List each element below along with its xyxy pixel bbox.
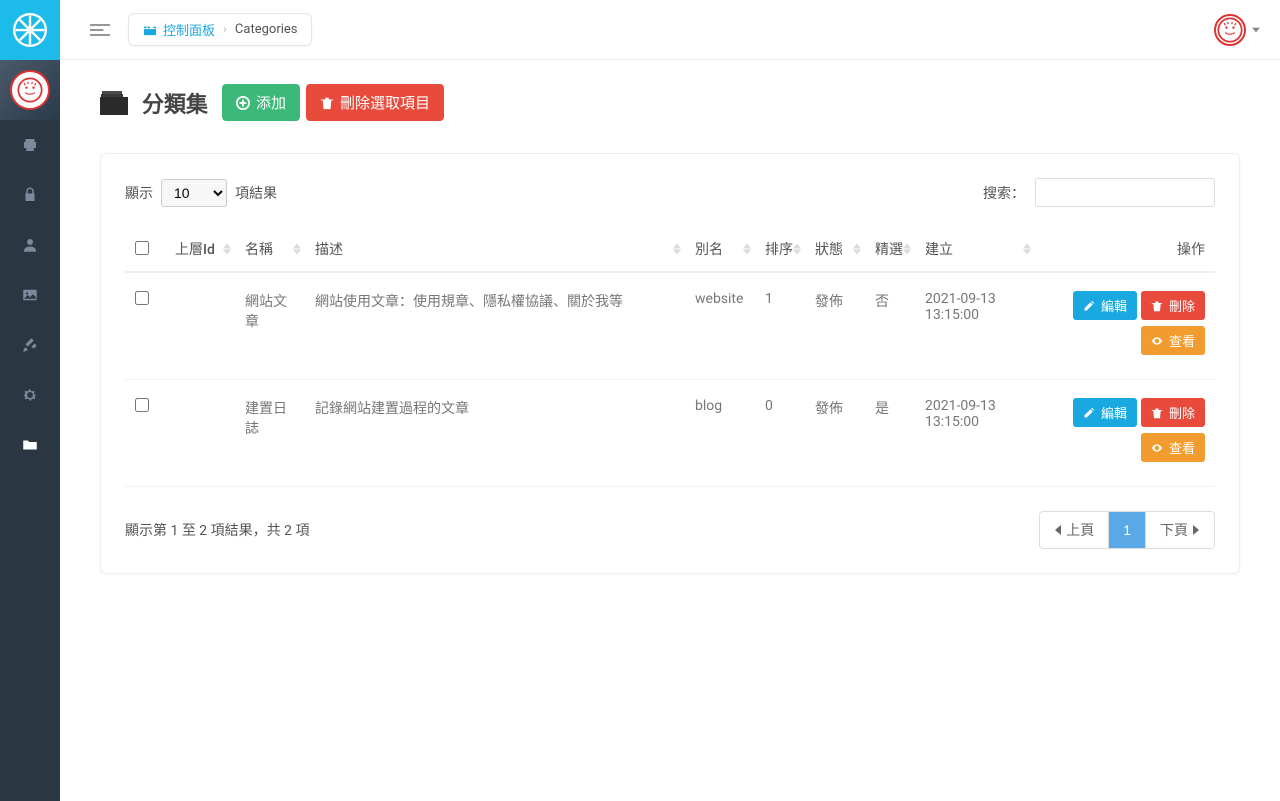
trash-icon xyxy=(1151,300,1163,312)
row-checkbox[interactable] xyxy=(135,398,149,412)
breadcrumb-sep: › xyxy=(223,22,227,37)
cell-alias: website xyxy=(685,272,755,380)
add-label: 添加 xyxy=(256,92,286,113)
edit-button[interactable]: 編輯 xyxy=(1073,291,1137,320)
cell-name: 建置日誌 xyxy=(235,380,305,487)
nav-printer-icon[interactable] xyxy=(0,120,60,170)
page-title: 分類集 xyxy=(142,87,208,119)
plus-circle-icon xyxy=(236,96,250,110)
eye-icon xyxy=(1151,442,1163,454)
search-input[interactable] xyxy=(1035,178,1215,207)
cell-name: 網站文章 xyxy=(235,272,305,380)
length-control: 顯示 10 項結果 xyxy=(125,179,277,207)
edit-button[interactable]: 編輯 xyxy=(1073,398,1137,427)
nav-image-icon[interactable] xyxy=(0,270,60,320)
cell-sort: 1 xyxy=(755,272,805,380)
length-select[interactable]: 10 xyxy=(161,179,227,207)
cell-parent xyxy=(165,272,235,380)
nav-user-icon[interactable] xyxy=(0,220,60,270)
cell-desc: 記錄網站建置過程的文章 xyxy=(305,380,685,487)
cell-alias: blog xyxy=(685,380,755,487)
edit-icon xyxy=(1083,407,1095,419)
logo[interactable] xyxy=(0,0,60,60)
cell-desc: 網站使用文章：使用規章、隱私權協議、關於我等 xyxy=(305,272,685,380)
table-info: 顯示第 1 至 2 項結果，共 2 項 xyxy=(125,520,309,540)
nav-gear-icon[interactable] xyxy=(0,370,60,420)
cell-created: 2021-09-13 13:15:00 xyxy=(915,272,1035,380)
delete-button[interactable]: 刪除 xyxy=(1141,398,1205,427)
cell-featured: 否 xyxy=(865,272,915,380)
table-row: 建置日誌記錄網站建置過程的文章blog0發佈是2021-09-13 13:15:… xyxy=(125,380,1215,487)
col-actions: 操作 xyxy=(1035,227,1215,272)
nav-tools-icon[interactable] xyxy=(0,320,60,370)
side-nav xyxy=(0,120,60,470)
data-card: 顯示 10 項結果 搜索： 上層Id 名稱 描述 xyxy=(100,153,1240,574)
col-parent[interactable]: 上層Id xyxy=(165,227,235,272)
col-featured[interactable]: 精選 xyxy=(865,227,915,272)
pagination: 上頁 1 下頁 xyxy=(1039,511,1215,549)
length-suffix: 項結果 xyxy=(235,183,277,203)
nav-folder-icon[interactable] xyxy=(0,420,60,470)
sidebar xyxy=(0,0,60,801)
cell-status: 發佈 xyxy=(805,272,865,380)
select-all-checkbox[interactable] xyxy=(135,241,149,255)
col-desc[interactable]: 描述 xyxy=(305,227,685,272)
trash-icon xyxy=(320,96,334,110)
page-prev[interactable]: 上頁 xyxy=(1040,512,1109,548)
topbar: 控制面板 › Categories xyxy=(60,0,1280,60)
menu-toggle[interactable] xyxy=(80,10,120,50)
nav-lock-icon[interactable] xyxy=(0,170,60,220)
breadcrumb-current: Categories xyxy=(235,22,298,37)
trash-icon xyxy=(1151,407,1163,419)
data-table: 上層Id 名稱 描述 別名 排序 狀態 精選 建立 操作 網站文章網站使用文章：… xyxy=(125,227,1215,487)
view-button[interactable]: 查看 xyxy=(1141,433,1205,462)
page-next[interactable]: 下頁 xyxy=(1146,512,1214,548)
folder-stack-icon xyxy=(100,91,128,115)
sidebar-avatar[interactable] xyxy=(0,60,60,120)
breadcrumb-home-label: 控制面板 xyxy=(163,20,215,39)
edit-icon xyxy=(1083,300,1095,312)
user-menu[interactable] xyxy=(1214,14,1260,46)
delete-selected-button[interactable]: 刪除選取項目 xyxy=(306,84,444,121)
cell-featured: 是 xyxy=(865,380,915,487)
delete-button[interactable]: 刪除 xyxy=(1141,291,1205,320)
col-name[interactable]: 名稱 xyxy=(235,227,305,272)
search-label: 搜索： xyxy=(983,183,1025,203)
cell-sort: 0 xyxy=(755,380,805,487)
cell-status: 發佈 xyxy=(805,380,865,487)
cell-created: 2021-09-13 13:15:00 xyxy=(915,380,1035,487)
table-row: 網站文章網站使用文章：使用規章、隱私權協議、關於我等website1發佈否202… xyxy=(125,272,1215,380)
row-checkbox[interactable] xyxy=(135,291,149,305)
breadcrumb: 控制面板 › Categories xyxy=(128,13,312,46)
add-button[interactable]: 添加 xyxy=(222,84,300,121)
col-alias[interactable]: 別名 xyxy=(685,227,755,272)
cell-parent xyxy=(165,380,235,487)
col-created[interactable]: 建立 xyxy=(915,227,1035,272)
col-status[interactable]: 狀態 xyxy=(805,227,865,272)
page-header: 分類集 添加 刪除選取項目 xyxy=(60,60,1280,133)
chevron-down-icon xyxy=(1252,26,1260,34)
view-button[interactable]: 查看 xyxy=(1141,326,1205,355)
length-prefix: 顯示 xyxy=(125,183,153,203)
eye-icon xyxy=(1151,335,1163,347)
delete-selected-label: 刪除選取項目 xyxy=(340,92,430,113)
breadcrumb-home[interactable]: 控制面板 xyxy=(143,20,215,39)
col-sort[interactable]: 排序 xyxy=(755,227,805,272)
page-current[interactable]: 1 xyxy=(1109,512,1146,548)
